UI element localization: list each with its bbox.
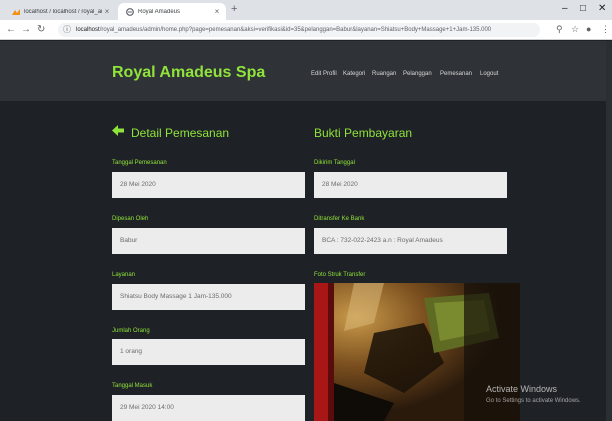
maximize-icon[interactable]: □ (580, 3, 586, 14)
address-bar: ← → ↻ ⓘ localhost/royal_amadeus/admin/ho… (0, 20, 612, 40)
info-icon[interactable]: ⓘ (63, 23, 71, 37)
back-icon[interactable]: ← (6, 24, 16, 35)
foto-struk-label: Foto Struk Transfer (314, 272, 366, 278)
activate-windows-subtitle: Go to Settings to activate Windows. (486, 398, 581, 404)
dikirim-tanggal-field[interactable]: 28 Mei 2020 (314, 172, 507, 198)
brand-logo[interactable]: Royal Amadeus Spa (112, 64, 265, 82)
close-window-icon[interactable]: ✕ (598, 3, 606, 14)
nav-logout[interactable]: Logout (480, 71, 498, 77)
tab-phpmyadmin[interactable]: localhost / localhost / royal_ama × (4, 3, 116, 20)
minimize-icon[interactable]: – (562, 3, 568, 14)
close-tab-icon[interactable]: × (102, 7, 112, 16)
nav-pelanggan[interactable]: Pelanggan (403, 71, 432, 77)
nav-ruangan[interactable]: Ruangan (372, 71, 396, 77)
site-icon (126, 7, 134, 16)
zoom-icon[interactable]: ⚲ (556, 24, 563, 35)
nav-kategori[interactable]: Kategori (343, 71, 365, 77)
nav-edit-profil[interactable]: Edit Profil (311, 71, 337, 77)
nav-pemesanan[interactable]: Pemesanan (440, 71, 472, 77)
tanggal-masuk-label: Tanggal Masuk (112, 383, 153, 389)
activate-windows-title: Activate Windows (486, 384, 558, 394)
layanan-field[interactable]: Shiatsu Body Massage 1 Jam-135.000 (112, 284, 305, 310)
menu-icon[interactable]: ⋮ (601, 24, 610, 35)
profile-icon[interactable]: ● (586, 24, 591, 34)
new-tab-button[interactable]: + (231, 3, 237, 15)
close-tab-icon[interactable]: × (212, 7, 222, 16)
jumlah-orang-field[interactable]: 1 orang (112, 339, 305, 365)
phpmyadmin-icon (12, 8, 20, 16)
tanggal-pemesanan-field[interactable]: 28 Mei 2020 (112, 172, 305, 198)
jumlah-orang-label: Jumlah Orang (112, 328, 150, 334)
tab-royal-amadeus[interactable]: Royal Amadeus × (118, 3, 226, 20)
url-input[interactable]: ⓘ localhost/royal_amadeus/admin/home.php… (58, 23, 540, 37)
url-path: /royal_amadeus/admin/home.php?page=pemes… (99, 27, 492, 33)
site-header: Royal Amadeus Spa Edit Profil Kategori R… (0, 41, 612, 101)
back-arrow-icon[interactable] (112, 124, 124, 139)
tab-title: Royal Amadeus (138, 8, 181, 15)
detail-title: Detail Pemesanan (131, 126, 230, 140)
payment-title: Bukti Pembayaran (314, 126, 413, 140)
url-host: localhost (76, 27, 100, 33)
dikirim-tanggal-label: Dikirim Tanggal (314, 160, 355, 166)
reload-icon[interactable]: ↻ (37, 24, 45, 35)
dipesan-oleh-label: Dipesan Oleh (112, 216, 149, 222)
ditransfer-ke-bank-label: Ditransfer Ke Bank (314, 216, 365, 222)
tab-title: localhost / localhost / royal_ama (24, 8, 102, 15)
page-scrollbar[interactable] (606, 41, 612, 421)
dipesan-oleh-field[interactable]: Babur (112, 228, 305, 254)
layanan-label: Layanan (112, 272, 136, 278)
ditransfer-ke-bank-field[interactable]: BCA : 732-022-2423 a.n : Royal Amadeus (314, 228, 507, 254)
tanggal-masuk-field[interactable]: 29 Mei 2020 14:00 (112, 395, 305, 421)
browser-tab-bar: localhost / localhost / royal_ama × Roya… (0, 0, 612, 20)
forward-icon[interactable]: → (21, 24, 31, 35)
bookmark-star-icon[interactable]: ☆ (571, 24, 579, 35)
tanggal-pemesanan-label: Tanggal Pemesanan (112, 160, 167, 166)
